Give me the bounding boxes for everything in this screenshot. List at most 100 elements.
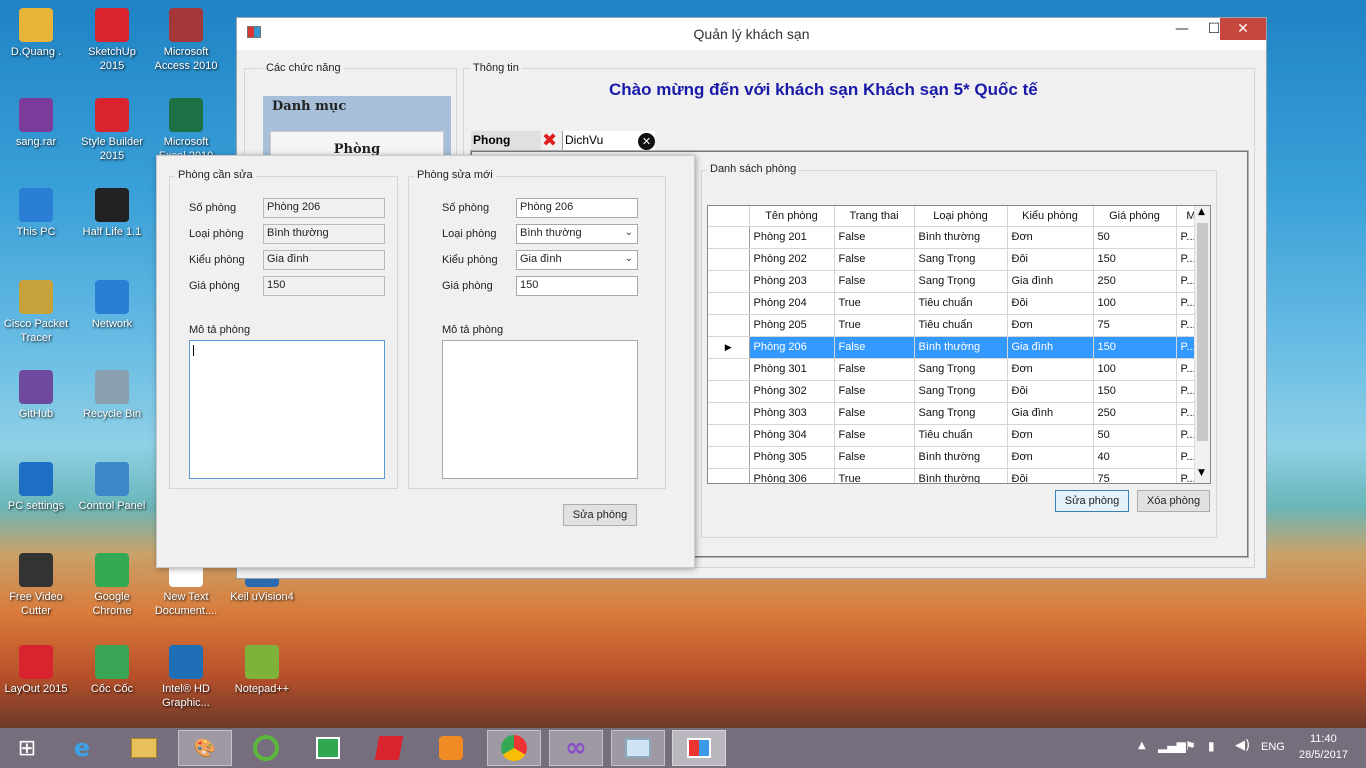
table-cell[interactable]: 100 bbox=[1093, 358, 1177, 381]
table-cell[interactable]: Đôi bbox=[1007, 292, 1094, 315]
row-header[interactable] bbox=[708, 358, 750, 381]
table-row[interactable]: Phòng 303 False Sang Trọng Gia đình 250 P... bbox=[708, 402, 1207, 425]
table-cell[interactable]: Sang Trọng bbox=[914, 380, 1008, 403]
desktop-icon[interactable]: GitHub bbox=[0, 370, 72, 421]
table-cell[interactable]: Phòng 202 bbox=[749, 248, 835, 271]
table-row[interactable]: Phòng 203 False Sang Trọng Gia đình 250 P... bbox=[708, 270, 1207, 293]
desktop-icon[interactable]: This PC bbox=[0, 188, 72, 239]
table-cell[interactable]: 40 bbox=[1093, 446, 1177, 469]
table-cell[interactable]: 100 bbox=[1093, 292, 1177, 315]
taskbar-task-manager[interactable] bbox=[611, 730, 665, 766]
close-button[interactable]: ✕ bbox=[1220, 18, 1266, 40]
new-room-style-select[interactable]: Gia đình ⌄ bbox=[516, 250, 638, 270]
col-header[interactable]: Giá phòng bbox=[1093, 206, 1177, 227]
desktop-icon[interactable]: Google Chrome bbox=[76, 553, 148, 618]
desktop-icon[interactable]: Intel® HD Graphic... bbox=[150, 645, 222, 710]
row-header[interactable] bbox=[708, 314, 750, 337]
scroll-down-icon[interactable]: ▼ bbox=[1198, 468, 1205, 478]
scroll-up-icon[interactable]: ▲ bbox=[1198, 207, 1205, 217]
table-cell[interactable]: 50 bbox=[1093, 424, 1177, 447]
table-row[interactable]: Phòng 301 False Sang Trọng Đơn 100 P... bbox=[708, 358, 1207, 381]
table-cell[interactable]: Sang Trọng bbox=[914, 358, 1008, 381]
tab-dichvu-close-icon[interactable]: ✕ bbox=[638, 133, 655, 150]
table-row[interactable]: Phòng 305 False Bình thường Đơn 40 P... bbox=[708, 446, 1207, 469]
row-header[interactable] bbox=[708, 380, 750, 403]
desktop-icon[interactable]: Microsoft Excel 2010 bbox=[150, 98, 222, 163]
table-cell[interactable]: 75 bbox=[1093, 468, 1177, 483]
desktop-icon[interactable]: sang.rar bbox=[0, 98, 72, 149]
flag-icon[interactable]: ⚑ bbox=[1185, 739, 1196, 753]
tab-phong-close-icon[interactable]: ✖ bbox=[542, 132, 557, 150]
table-cell[interactable]: Đôi bbox=[1007, 380, 1094, 403]
edit-room-button[interactable]: Sửa phòng bbox=[1055, 490, 1129, 512]
table-cell[interactable]: Phòng 306 bbox=[749, 468, 835, 483]
desktop-icon[interactable]: SketchUp 2015 bbox=[76, 8, 148, 73]
table-cell[interactable]: Phòng 206 bbox=[749, 336, 835, 359]
table-cell[interactable]: Bình thường bbox=[914, 226, 1008, 249]
table-cell[interactable]: Sang Trọng bbox=[914, 270, 1008, 293]
col-header[interactable]: Trang thai bbox=[834, 206, 915, 227]
start-button[interactable]: ⊞ bbox=[0, 730, 54, 766]
table-cell[interactable]: Tiêu chuẩn bbox=[914, 424, 1008, 447]
language-indicator[interactable]: ENG bbox=[1261, 741, 1285, 753]
signal-icon[interactable]: ▂▄▆ bbox=[1158, 739, 1186, 753]
taskbar-explorer[interactable] bbox=[117, 730, 171, 766]
minimize-button[interactable]: — bbox=[1165, 18, 1199, 40]
taskbar-sketchup[interactable] bbox=[362, 730, 416, 766]
taskbar-visual-studio[interactable]: ∞ bbox=[549, 730, 603, 766]
table-cell[interactable]: Đơn bbox=[1007, 424, 1094, 447]
table-cell[interactable]: Bình thường bbox=[914, 446, 1008, 469]
row-header[interactable] bbox=[708, 248, 750, 271]
show-hidden-icons[interactable]: ▲ bbox=[1138, 740, 1146, 751]
table-cell[interactable]: Gia đình bbox=[1007, 270, 1094, 293]
table-row[interactable]: ▶ Phòng 206 False Bình thường Gia đình 150 P..… bbox=[708, 336, 1207, 359]
table-cell[interactable]: 150 bbox=[1093, 336, 1177, 359]
table-cell[interactable]: True bbox=[834, 292, 915, 315]
table-cell[interactable]: True bbox=[834, 314, 915, 337]
new-room-type-select[interactable]: Bình thường ⌄ bbox=[516, 224, 638, 244]
table-cell[interactable]: Đơn bbox=[1007, 226, 1094, 249]
table-cell[interactable]: Đơn bbox=[1007, 446, 1094, 469]
taskbar-video[interactable] bbox=[424, 730, 478, 766]
taskbar-paint[interactable]: 🎨 bbox=[178, 730, 232, 766]
clock-date[interactable]: 28/5/2017 bbox=[1299, 749, 1348, 761]
table-cell[interactable]: Sang Trọng bbox=[914, 402, 1008, 425]
desktop-icon[interactable]: Notepad++ bbox=[226, 645, 298, 696]
table-cell[interactable]: 250 bbox=[1093, 402, 1177, 425]
table-cell[interactable]: Bình thường bbox=[914, 468, 1008, 483]
table-row[interactable]: Phòng 201 False Bình thường Đơn 50 P... bbox=[708, 226, 1207, 249]
row-header[interactable]: ▶ bbox=[708, 336, 750, 359]
table-cell[interactable]: False bbox=[834, 270, 915, 293]
table-cell[interactable]: Đôi bbox=[1007, 468, 1094, 483]
desktop-icon[interactable]: LayOut 2015 bbox=[0, 645, 72, 696]
table-cell[interactable]: Sang Trọng bbox=[914, 248, 1008, 271]
desktop-icon[interactable]: Style Builder 2015 bbox=[76, 98, 148, 163]
row-header[interactable] bbox=[708, 402, 750, 425]
volume-icon[interactable]: ◀) bbox=[1235, 738, 1250, 753]
row-header[interactable] bbox=[708, 292, 750, 315]
table-cell[interactable]: Phòng 303 bbox=[749, 402, 835, 425]
table-cell[interactable]: 250 bbox=[1093, 270, 1177, 293]
desktop-icon[interactable]: Cisco Packet Tracer bbox=[0, 280, 72, 345]
taskbar-store[interactable] bbox=[301, 730, 355, 766]
desktop-icon[interactable]: Cốc Cốc bbox=[76, 645, 148, 696]
new-description-input[interactable] bbox=[442, 340, 638, 479]
desktop-icon[interactable]: Recycle Bin bbox=[76, 370, 148, 421]
table-row[interactable]: Phòng 304 False Tiêu chuẩn Đơn 50 P... bbox=[708, 424, 1207, 447]
delete-room-button[interactable]: Xóa phòng bbox=[1137, 490, 1210, 512]
old-description-field[interactable] bbox=[189, 340, 385, 479]
table-cell[interactable]: Bình thường bbox=[914, 336, 1008, 359]
row-header[interactable] bbox=[708, 446, 750, 469]
table-cell[interactable]: 150 bbox=[1093, 248, 1177, 271]
clock-time[interactable]: 11:40 bbox=[1310, 733, 1337, 745]
table-row[interactable]: Phòng 204 True Tiêu chuẩn Đôi 100 P... bbox=[708, 292, 1207, 315]
table-row[interactable]: Phòng 202 False Sang Trọng Đôi 150 P... bbox=[708, 248, 1207, 271]
table-row[interactable]: Phòng 306 True Bình thường Đôi 75 P... bbox=[708, 468, 1207, 483]
row-header[interactable] bbox=[708, 226, 750, 249]
new-room-price-input[interactable]: 150 bbox=[516, 276, 638, 296]
table-cell[interactable]: Đơn bbox=[1007, 358, 1094, 381]
table-cell[interactable]: Tiêu chuẩn bbox=[914, 292, 1008, 315]
table-cell[interactable]: Đơn bbox=[1007, 314, 1094, 337]
taskbar-ie[interactable]: e bbox=[55, 730, 109, 766]
submit-edit-button[interactable]: Sửa phòng bbox=[563, 504, 637, 526]
